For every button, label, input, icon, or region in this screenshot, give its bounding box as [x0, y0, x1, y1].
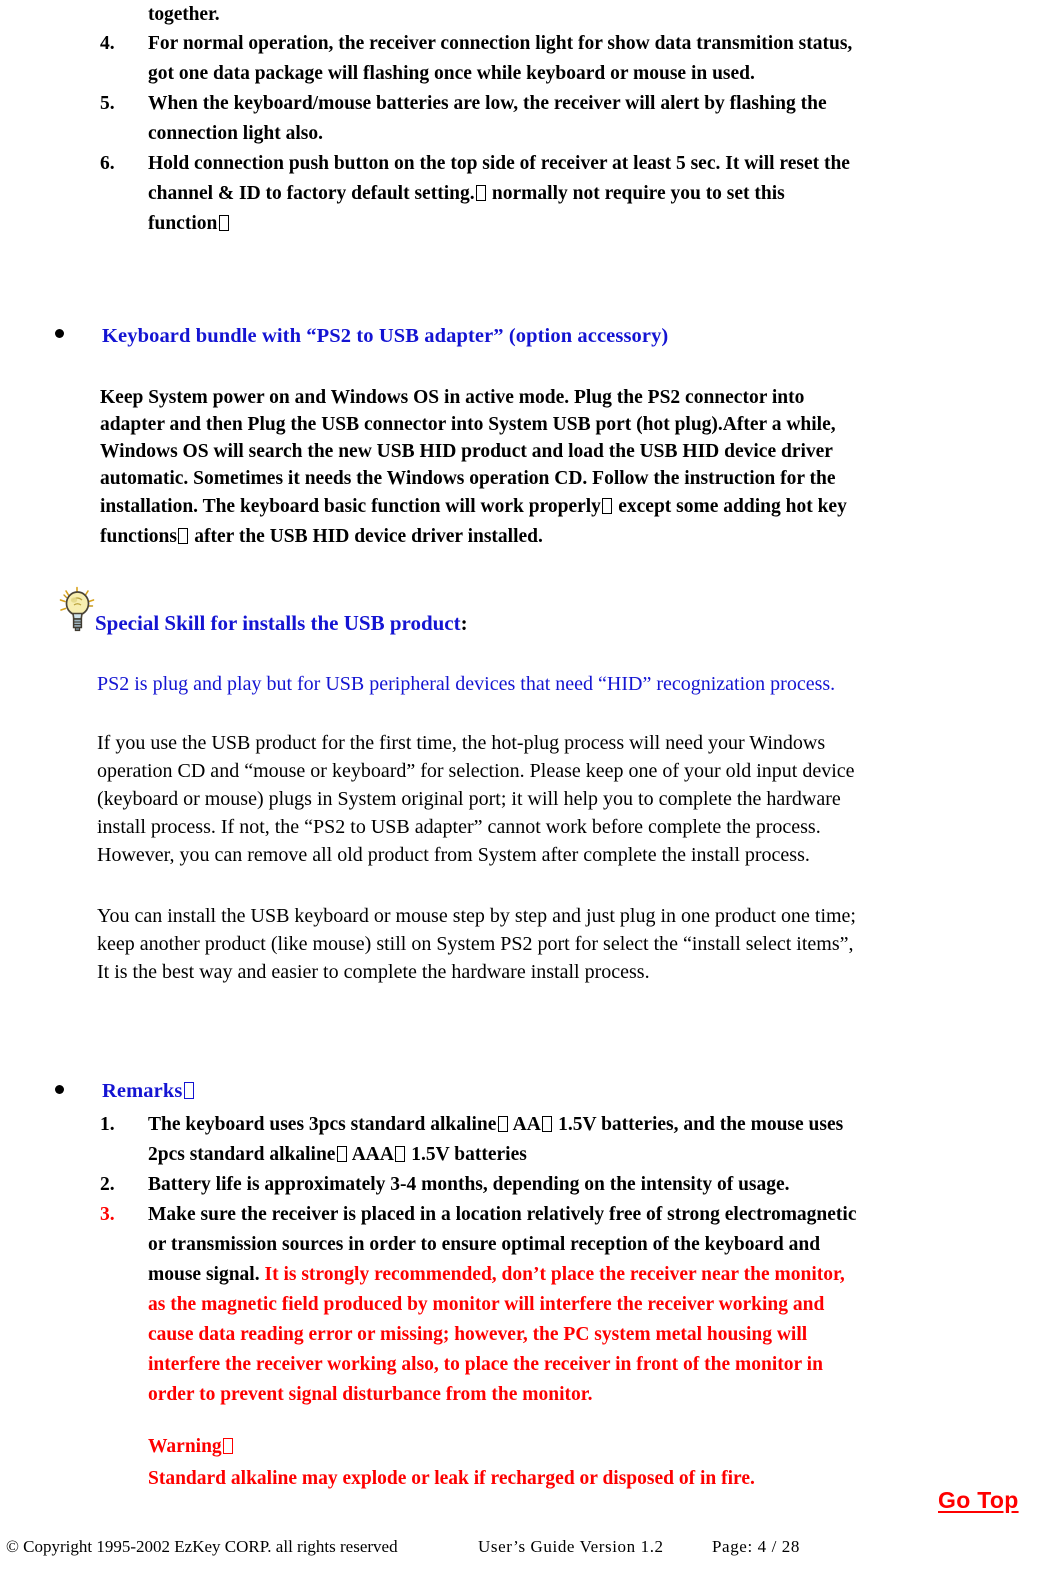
- list-item-6-line-3-text: function: [148, 213, 218, 234]
- remark-1-seg-1: The keyboard uses 3pcs standard alkaline: [148, 1114, 497, 1135]
- special-skill-blue-line: PS2 is plug and play but for USB periphe…: [97, 673, 836, 695]
- special-skill-paragraph-1-line-5: However, you can remove all old product …: [97, 844, 810, 866]
- missing-glyph-box: [222, 1437, 233, 1455]
- lightbulb-icon: [58, 586, 98, 632]
- remark-1-seg-5: AAA: [351, 1144, 394, 1165]
- remark-item-3-line-6: interfere the receiver working also, to …: [148, 1354, 823, 1375]
- missing-glyph-box: [475, 184, 486, 202]
- special-skill-paragraph-2-line-3: It is the best way and easier to complet…: [97, 961, 650, 983]
- special-skill-paragraph-2-line-2: keep another product (like mouse) still …: [97, 933, 854, 955]
- heading-remarks: Remarks: [102, 1077, 196, 1105]
- remark-item-3-line-3: mouse signal. It is strongly recommended…: [148, 1260, 845, 1291]
- footer-copyright: © Copyright 1995-2002 EzKey CORP. all ri…: [6, 1537, 398, 1556]
- list-item-6-line-1: Hold connection push button on the top s…: [148, 153, 850, 174]
- remark-marker-2: 2.: [100, 1174, 115, 1195]
- list-marker-6: 6.: [100, 153, 115, 174]
- remark-item-3-line-4: as the magnetic field produced by monito…: [148, 1294, 825, 1315]
- missing-glyph-box: [497, 1115, 508, 1133]
- list-item-4-line-2: got one data package will flashing once …: [148, 63, 755, 84]
- continued-line: together.: [148, 4, 220, 25]
- warning-title-text: Warning: [148, 1436, 222, 1457]
- remark-1-seg-3: 1.5V batteries, and the mouse uses: [558, 1114, 844, 1135]
- heading-keyboard-bundle: Keyboard bundle with “PS2 to USB adapter…: [102, 325, 669, 347]
- heading-colon: :: [460, 611, 468, 635]
- list-item-6-line-2: channel & ID to factory default setting.…: [148, 179, 785, 210]
- remark-1-seg-6: 1.5V batteries: [411, 1144, 527, 1165]
- adapter-paragraph-line-6: functions after the USB HID device drive…: [100, 522, 543, 553]
- adapter-paragraph-line-4: automatic. Sometimes it needs the Window…: [100, 468, 836, 489]
- remark-item-3-line-7: order to prevent signal disturbance from…: [148, 1384, 593, 1405]
- footer-page-number: Page: 4 / 28: [712, 1537, 800, 1556]
- remark-marker-3: 3.: [100, 1204, 115, 1225]
- remark-item-3-line-2: or transmission sources in order to ensu…: [148, 1234, 821, 1255]
- list-marker-5: 5.: [100, 93, 115, 114]
- missing-glyph-box: [602, 497, 613, 515]
- list-item-5-line-1: When the keyboard/mouse batteries are lo…: [148, 93, 827, 114]
- remark-item-1-line-1: The keyboard uses 3pcs standard alkaline…: [148, 1110, 843, 1141]
- special-skill-paragraph-1-line-3: (keyboard or mouse) plugs in System orig…: [97, 788, 841, 810]
- list-item-4-line-1: For normal operation, the receiver conne…: [148, 33, 853, 54]
- adapter-paragraph-line-6-text: functions: [100, 526, 177, 547]
- list-item-6-line-2-text: channel & ID to factory default setting.: [148, 183, 475, 204]
- missing-glyph-box: [183, 1081, 195, 1100]
- footer-guide-version: User’s Guide Version 1.2: [478, 1537, 664, 1556]
- adapter-paragraph-line-1: Keep System power on and Windows OS in a…: [100, 387, 805, 408]
- adapter-paragraph-line-5-text: installation. The keyboard basic functio…: [100, 496, 601, 517]
- heading-remarks-text: Remarks: [102, 1080, 183, 1102]
- bullet-remarks: [55, 1085, 64, 1094]
- heading-special-skill: Special Skill for installs the USB produ…: [95, 610, 468, 636]
- missing-glyph-box: [395, 1145, 406, 1163]
- adapter-paragraph-line-2: adapter and then Plug the USB connector …: [100, 414, 836, 435]
- special-skill-paragraph-2-line-1: You can install the USB keyboard or mous…: [97, 905, 856, 927]
- list-marker-4: 4.: [100, 33, 115, 54]
- document-page: together. 4. For normal operation, the r…: [0, 0, 1062, 1569]
- remark-item-2-line-1: Battery life is approximately 3-4 months…: [148, 1174, 790, 1195]
- special-skill-paragraph-1-line-1: If you use the USB product for the first…: [97, 732, 826, 754]
- remark-3-red-inline: It is strongly recommended, don’t place …: [264, 1264, 845, 1285]
- adapter-paragraph-line-5-cont: except some adding hot key: [618, 496, 847, 517]
- remark-item-3-line-5: cause data reading error or missing; how…: [148, 1324, 808, 1345]
- missing-glyph-box: [178, 527, 189, 545]
- heading-special-skill-text: Special Skill for installs the USB produ…: [95, 611, 461, 635]
- warning-text: Standard alkaline may explode or leak if…: [148, 1468, 755, 1489]
- go-top-link[interactable]: Go Top: [938, 1487, 1019, 1514]
- missing-glyph-box: [541, 1115, 553, 1133]
- list-item-6-line-3: function: [148, 209, 230, 240]
- adapter-paragraph-line-6-cont: after the USB HID device driver installe…: [194, 526, 543, 547]
- list-item-6-line-2-cont: normally not require you to set this: [491, 183, 785, 204]
- remark-item-1-line-2: 2pcs standard alkaline AAA 1.5V batterie…: [148, 1140, 527, 1171]
- remark-item-3-line-1: Make sure the receiver is placed in a lo…: [148, 1204, 857, 1225]
- adapter-paragraph-line-5: installation. The keyboard basic functio…: [100, 492, 847, 523]
- remark-1-seg-4: 2pcs standard alkaline: [148, 1144, 336, 1165]
- list-item-5-line-2: connection light also.: [148, 123, 323, 144]
- bullet-adapter: [55, 329, 64, 338]
- remark-1-seg-2: AA: [512, 1114, 541, 1135]
- remark-marker-1: 1.: [100, 1114, 115, 1135]
- remark-3-black-tail: mouse signal.: [148, 1264, 260, 1285]
- missing-glyph-box: [218, 214, 229, 232]
- adapter-paragraph-line-3: Windows OS will search the new USB HID p…: [100, 441, 833, 462]
- missing-glyph-box: [336, 1145, 347, 1163]
- warning-title: Warning: [148, 1432, 234, 1463]
- special-skill-paragraph-1-line-4: install process. If not, the “PS2 to USB…: [97, 816, 821, 838]
- special-skill-paragraph-1-line-2: operation CD and “mouse or keyboard” for…: [97, 760, 855, 782]
